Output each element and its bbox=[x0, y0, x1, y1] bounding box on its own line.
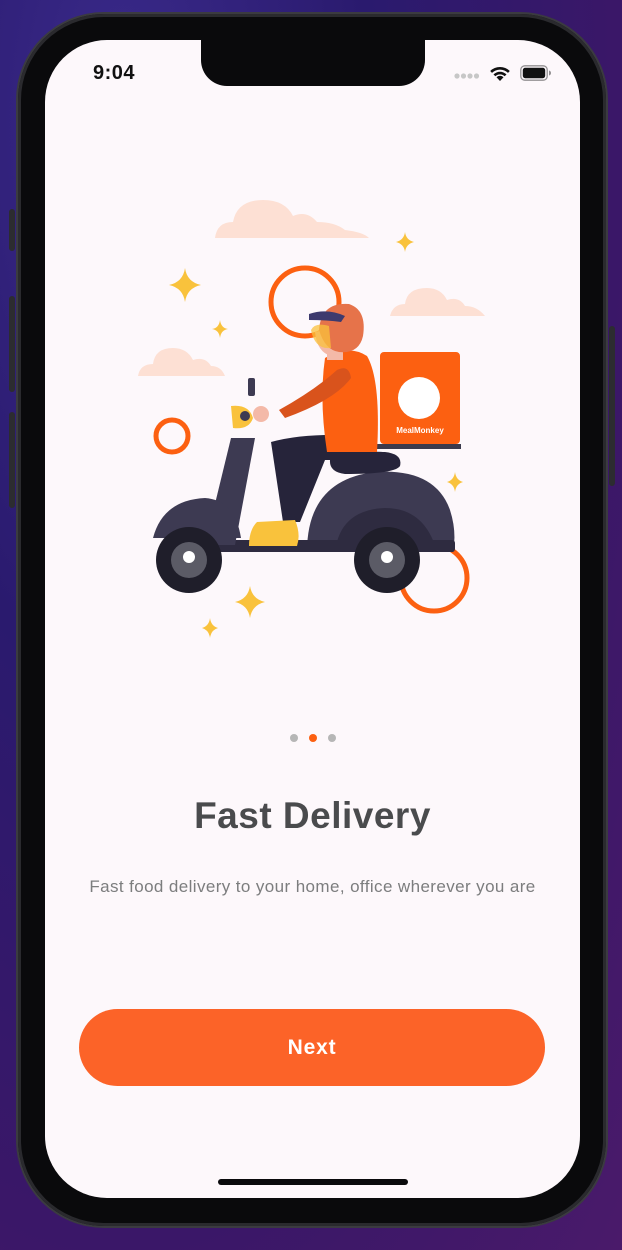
page-indicator bbox=[45, 734, 580, 742]
page-dot-active[interactable] bbox=[308, 734, 317, 742]
onboarding-title: Fast Delivery bbox=[194, 795, 431, 836]
delivery-illustration: MealMonkey bbox=[138, 200, 485, 638]
sparkle-icon bbox=[447, 472, 463, 492]
volume-down-button bbox=[9, 412, 15, 508]
delivery-box: MealMonkey bbox=[375, 352, 461, 449]
page-dot[interactable] bbox=[327, 734, 336, 742]
app-screen: 9:04 MealMonkey Fast Delivery Fast food … bbox=[45, 40, 580, 1198]
sparkle-icon bbox=[212, 320, 228, 338]
cloud-icon bbox=[390, 288, 485, 316]
onboarding-subtitle: Fast food delivery to your home, office … bbox=[89, 877, 536, 896]
volume-up-button bbox=[9, 296, 15, 392]
silent-switch bbox=[9, 209, 15, 251]
sparkle-icon bbox=[396, 232, 414, 252]
page-dot[interactable] bbox=[289, 734, 298, 742]
power-button bbox=[609, 326, 615, 486]
sparkle-icon bbox=[202, 618, 218, 638]
cloud-icon bbox=[138, 348, 225, 376]
next-button[interactable]: Next bbox=[79, 1009, 545, 1086]
decor-ring bbox=[153, 417, 191, 455]
home-indicator[interactable] bbox=[218, 1179, 408, 1185]
sparkle-icon bbox=[235, 586, 265, 618]
box-brand-label: MealMonkey bbox=[396, 426, 444, 435]
cloud-icon bbox=[215, 200, 369, 238]
sparkle-icon bbox=[169, 268, 201, 302]
